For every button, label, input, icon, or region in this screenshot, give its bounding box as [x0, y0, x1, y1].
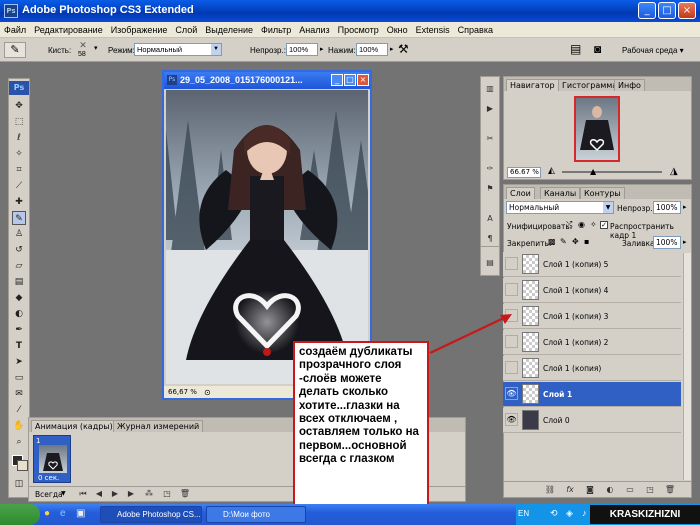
task-my-photos[interactable]: D:\Мои фото — [206, 506, 306, 523]
firefox-icon[interactable]: ● — [44, 508, 50, 519]
ie-icon[interactable]: e — [60, 508, 66, 519]
watermark: KRASKIZHIZNI — [590, 505, 700, 524]
windows-taskbar: ● e ▣ Adobe Photoshop CS... D:\Мои фото … — [0, 504, 700, 525]
language-indicator[interactable]: EN — [518, 509, 529, 518]
desktop-icon[interactable]: ▣ — [76, 508, 85, 519]
tray-icon[interactable]: ◈ — [566, 508, 573, 519]
tray-icon[interactable]: ⟲ — [550, 508, 558, 519]
task-photoshop[interactable]: Adobe Photoshop CS... — [100, 506, 202, 523]
start-button[interactable] — [0, 504, 40, 525]
tray-icon[interactable]: ♪ — [582, 508, 587, 518]
annotation-callout: создаём дубликаты прозрачного слоя -слоё… — [293, 341, 429, 507]
